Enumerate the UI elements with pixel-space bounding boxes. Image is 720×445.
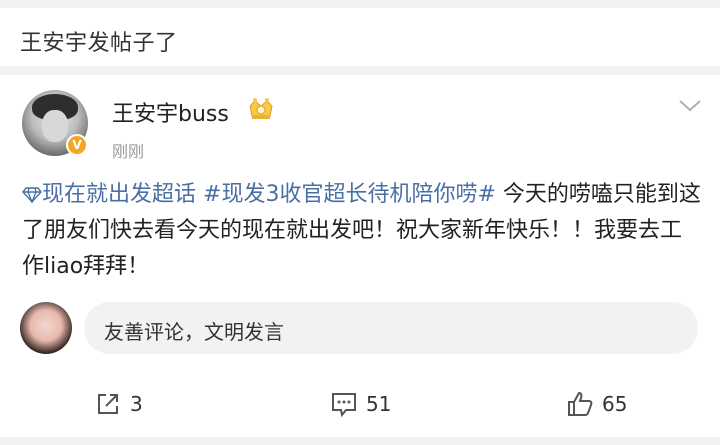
verified-badge: V <box>66 134 88 156</box>
share-button[interactable]: 3 <box>94 390 143 418</box>
topic-text-super: 现在就出发超话 <box>42 182 197 207</box>
crown-badge-icon[interactable] <box>246 94 276 124</box>
post-content: 现在就出发超话 #现发3收官超长待机陪你唠# 今天的唠嗑只能到这了朋友们快去看今… <box>22 177 702 285</box>
commenter-avatar <box>20 302 72 354</box>
comment-icon <box>332 393 356 418</box>
bottom-separator <box>0 437 720 445</box>
diamond-icon <box>22 187 42 204</box>
header: 王安宇发帖子了 <box>0 8 720 66</box>
topic-link-hashtag[interactable]: #现发3收官超长待机陪你唠# <box>203 182 496 207</box>
comment-count: 51 <box>366 392 392 416</box>
avatar-face <box>42 110 68 142</box>
post-time: 刚刚 <box>112 142 145 161</box>
action-bar: 3 51 65 <box>0 380 720 430</box>
topic-link-super[interactable]: 现在就出发超话 <box>22 182 196 207</box>
page-title: 王安宇发帖子了 <box>20 31 178 56</box>
comment-button[interactable]: 51 <box>330 390 391 418</box>
comment-placeholder: 友善评论，文明发言 <box>104 320 284 344</box>
username[interactable]: 王安宇buss <box>112 96 229 128</box>
like-button[interactable]: 65 <box>566 390 627 418</box>
like-count: 65 <box>602 392 628 416</box>
like-icon <box>568 391 593 416</box>
comment-input[interactable]: 友善评论，文明发言 <box>84 302 698 354</box>
chevron-down-icon[interactable] <box>678 96 702 116</box>
top-separator <box>0 0 720 8</box>
section-separator <box>0 66 720 75</box>
share-count: 3 <box>130 392 143 416</box>
share-icon <box>98 394 118 414</box>
